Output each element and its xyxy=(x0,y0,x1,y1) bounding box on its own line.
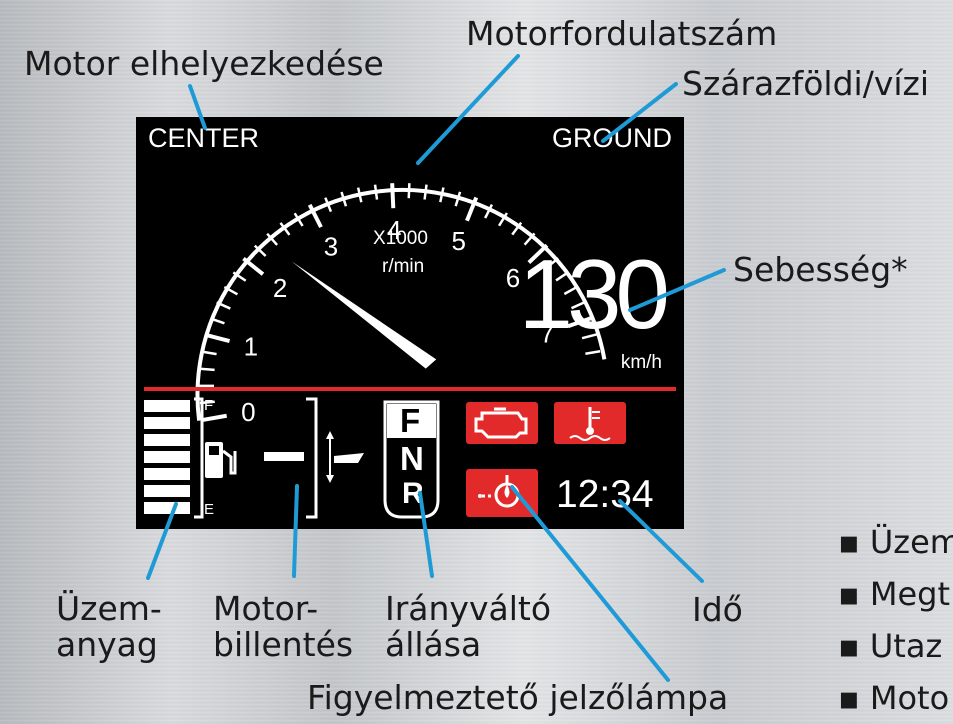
label-ground-water: Szárazföldi/vízi xyxy=(682,64,930,103)
callout-line-warning xyxy=(510,485,670,682)
callout-line-time xyxy=(618,499,704,583)
label-shift-line2: állása xyxy=(385,625,482,664)
callout-line-motor-location xyxy=(188,84,207,130)
callout-line-fuel xyxy=(146,502,178,580)
label-rpm: Motorfordulatszám xyxy=(466,14,778,53)
feature-bullet-list: ▪ Üzem ▪ Megt ▪ Utaz ▪ Moto xyxy=(838,516,953,724)
bullet-item: ▪ Utaz xyxy=(838,627,943,665)
callout-line-rpm xyxy=(416,54,520,165)
bullet-item: ▪ Moto xyxy=(838,679,950,717)
label-tilt-line1: Motor- xyxy=(213,589,319,628)
bullet-item: ▪ Üzem xyxy=(838,523,953,561)
callout-line-shift xyxy=(418,491,434,578)
label-motor-location: Motor elhelyezkedése xyxy=(24,44,384,83)
callout-line-speed xyxy=(628,268,726,312)
label-tilt-line2: billentés xyxy=(213,625,354,664)
label-fuel-line2: anyag xyxy=(56,625,158,664)
label-fuel-line1: Üzem- xyxy=(56,589,162,628)
label-speed: Sebesség* xyxy=(733,250,908,289)
callout-line-ground-water xyxy=(601,82,678,143)
bullet-item: ▪ Megt xyxy=(838,575,951,613)
label-time: Idő xyxy=(692,590,743,629)
label-shift-line1: Irányváltó xyxy=(385,589,552,628)
callout-line-tilt xyxy=(292,484,299,578)
label-warning: Figyelmeztető jelzőlámpa xyxy=(307,678,729,717)
